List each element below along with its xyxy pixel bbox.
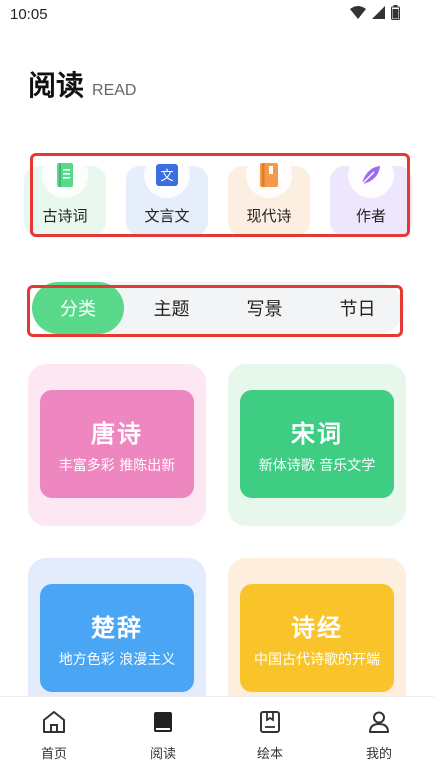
notebook-icon [42,152,88,198]
category-label: 现代诗 [246,207,292,225]
bottom-nav: 首页 阅读 绘本 我的 [0,696,434,772]
book-icon [246,152,292,198]
category-wenyanwen[interactable]: 文 文言文 [126,152,208,236]
card-inner: 唐诗 丰富多彩 推陈出新 [40,390,194,498]
battery-icon [391,5,400,20]
page-subtitle: READ [92,82,137,99]
nav-home[interactable]: 首页 [24,709,84,762]
read-icon [150,709,176,739]
tab-bar: 分类 主题 写景 节日 [32,282,404,334]
nav-label: 阅读 [149,747,176,762]
nav-label: 我的 [365,747,392,762]
card-subtitle: 中国古代诗歌的开端 [254,651,380,668]
picture-book-icon [257,709,283,739]
svg-text:文: 文 [160,169,173,184]
category-row: 古诗词 文 文言文 现代诗 作者 [24,152,414,238]
card-subtitle: 丰富多彩 推陈出新 [58,457,176,474]
status-time: 10:05 [10,6,48,23]
nav-picture-book[interactable]: 绘本 [240,709,300,762]
card-title: 诗经 [291,612,343,642]
home-icon [41,709,67,739]
card-title: 宋词 [291,418,343,448]
card-inner: 宋词 新体诗歌 音乐文学 [240,390,394,498]
tab-fenlei[interactable]: 分类 [32,282,124,334]
card-subtitle: 地方色彩 浪漫主义 [58,651,176,668]
card-inner: 楚辞 地方色彩 浪漫主义 [40,584,194,692]
status-icons [350,5,400,20]
page-title: 阅读 [28,69,85,102]
card-tangshi[interactable]: 唐诗 丰富多彩 推陈出新 [28,364,206,526]
category-zuozhe[interactable]: 作者 [330,152,412,236]
card-title: 楚辞 [91,612,143,642]
card-title: 唐诗 [91,418,143,448]
wen-icon: 文 [144,152,190,198]
card-songci[interactable]: 宋词 新体诗歌 音乐文学 [228,364,406,526]
card-inner: 诗经 中国古代诗歌的开端 [240,584,394,692]
card-subtitle: 新体诗歌 音乐文学 [258,457,376,474]
category-label: 文言文 [144,207,190,225]
user-icon [366,709,392,739]
category-gushici[interactable]: 古诗词 [24,152,106,236]
category-label: 作者 [355,207,386,225]
feather-icon [348,152,394,198]
signal-icon [372,6,385,19]
category-label: 古诗词 [42,207,88,225]
category-xiandaishi[interactable]: 现代诗 [228,152,310,236]
nav-label: 绘本 [256,747,283,762]
page-header: 阅读 READ [28,64,136,104]
nav-mine[interactable]: 我的 [349,709,409,762]
tab-xiejing[interactable]: 写景 [218,282,311,334]
nav-label: 首页 [40,747,67,762]
wifi-icon [350,6,366,19]
status-bar: 10:05 [0,0,434,30]
tab-jieri[interactable]: 节日 [311,282,404,334]
nav-read[interactable]: 阅读 [133,709,193,762]
tab-zhuti[interactable]: 主题 [125,282,218,334]
